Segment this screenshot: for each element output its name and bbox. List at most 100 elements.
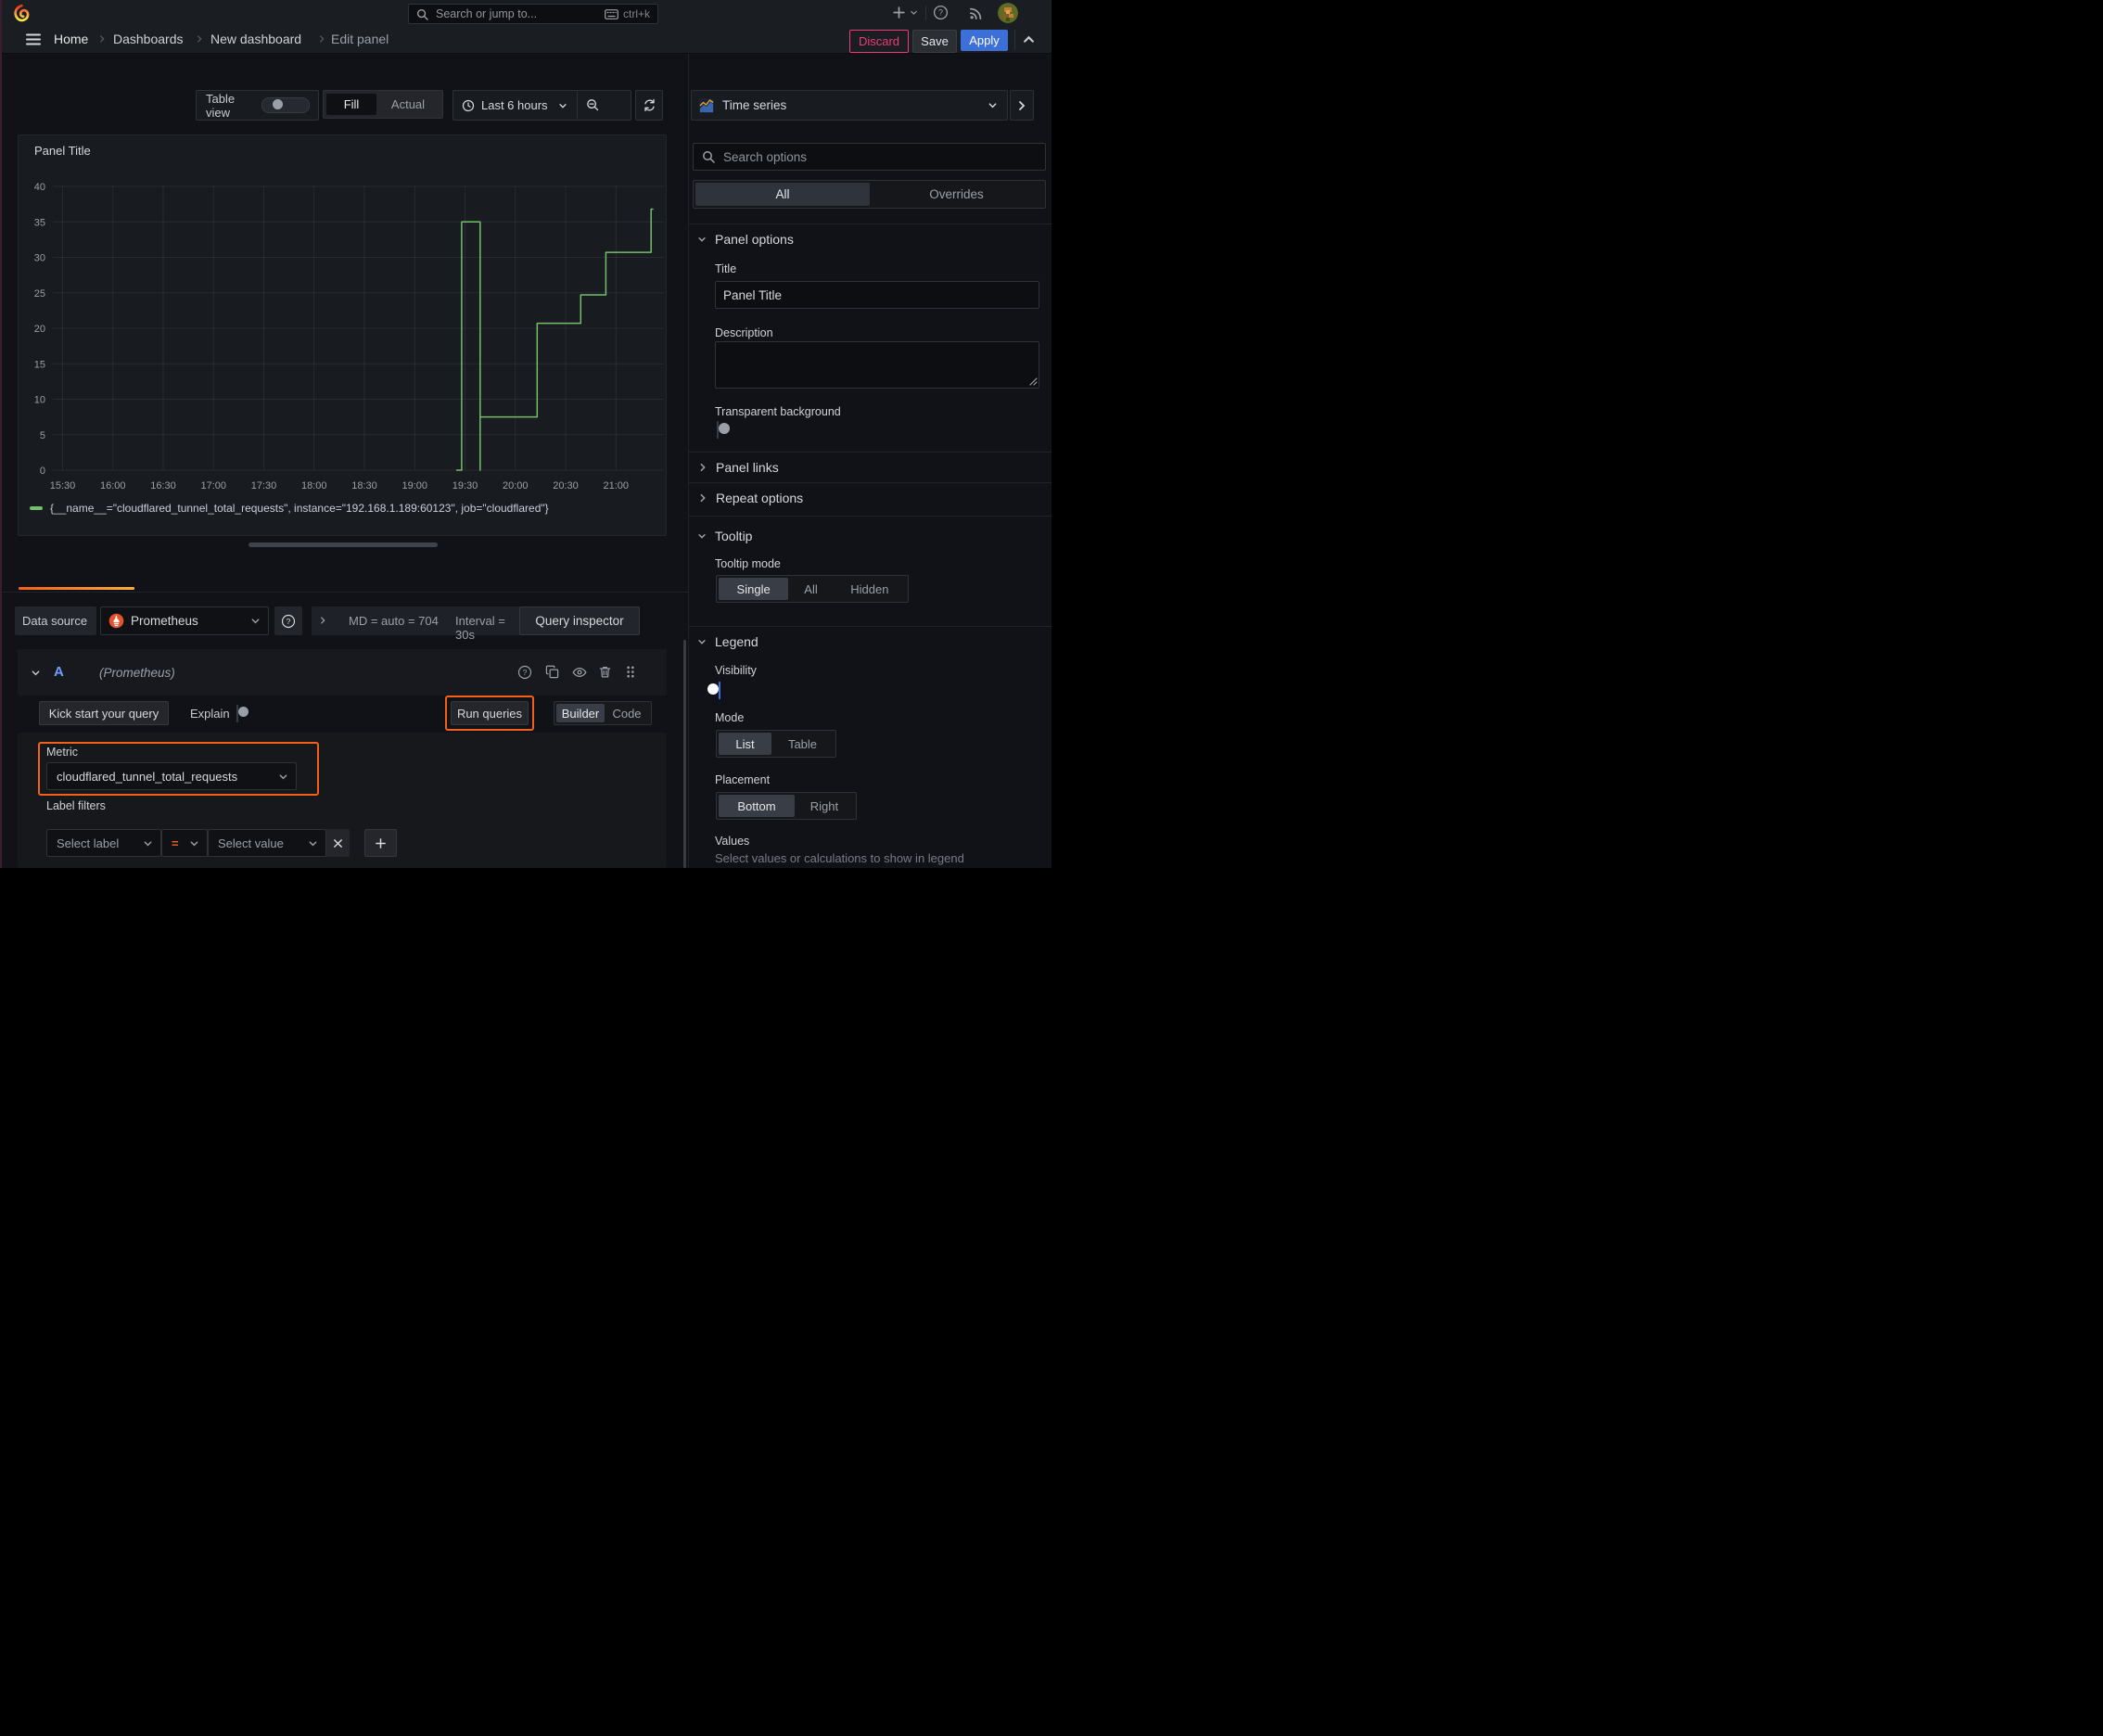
chart-panel[interactable]: Panel Title 0 5 10 15 20 25 30 35 40 15:30 16:00 16… xyxy=(18,134,667,536)
legend-series-label[interactable]: {__name__="cloudflared_tunnel_total_requ… xyxy=(50,502,549,515)
tooltip-all-option[interactable]: All xyxy=(788,578,834,600)
tooltip-mode-label: Tooltip mode xyxy=(715,557,781,570)
actual-option[interactable]: Actual xyxy=(376,94,440,115)
datasource-picker[interactable]: Prometheus xyxy=(100,606,269,635)
options-all-tab[interactable]: All xyxy=(695,183,870,206)
svg-text:?: ? xyxy=(287,616,291,625)
metric-select[interactable]: cloudflared_tunnel_total_requests xyxy=(46,762,297,790)
chevron-down-icon xyxy=(143,838,153,849)
options-search-input[interactable] xyxy=(721,148,1045,165)
visibility-label: Visibility xyxy=(715,664,757,677)
menu-toggle-button[interactable] xyxy=(26,33,41,45)
description-textarea[interactable] xyxy=(715,341,1039,389)
zoom-out-button[interactable] xyxy=(578,98,608,112)
apply-button[interactable]: Apply xyxy=(961,30,1008,51)
query-row-datasource: (Prometheus) xyxy=(99,666,175,680)
repeat-options-title: Repeat options xyxy=(716,491,804,505)
search-shortcut: ctrl+k xyxy=(605,7,650,20)
svg-text:35: 35 xyxy=(34,217,45,228)
chart-legend[interactable]: {__name__="cloudflared_tunnel_total_requ… xyxy=(30,502,549,515)
chevron-down-icon xyxy=(250,616,261,626)
table-view-switch[interactable] xyxy=(261,97,310,113)
kick-start-query-button[interactable]: Kick start your query xyxy=(39,701,169,725)
news-rss-button[interactable] xyxy=(969,6,984,20)
transparent-background-switch[interactable] xyxy=(717,421,730,439)
operator-dropdown[interactable]: = xyxy=(161,829,208,857)
legend-swatch xyxy=(30,506,43,510)
new-menu-button[interactable] xyxy=(892,6,918,19)
tooltip-section-header[interactable]: Tooltip xyxy=(697,529,752,543)
discard-button[interactable]: Discard xyxy=(849,30,909,53)
placement-bottom-option[interactable]: Bottom xyxy=(719,795,795,817)
legend-mode-list-option[interactable]: List xyxy=(719,733,771,755)
drag-handle-icon[interactable] xyxy=(624,665,637,679)
add-filter-button[interactable] xyxy=(364,829,397,857)
search-input[interactable] xyxy=(434,6,605,21)
query-ref-id[interactable]: A xyxy=(54,664,64,680)
code-option[interactable]: Code xyxy=(605,704,649,722)
datasource-label-text: Data source xyxy=(22,614,88,628)
visualization-picker[interactable]: Time series xyxy=(691,90,1008,121)
tooltip-single-option[interactable]: Single xyxy=(719,578,789,600)
run-queries-button[interactable]: Run queries xyxy=(451,701,529,725)
refresh-icon xyxy=(644,98,655,112)
global-search[interactable]: ctrl+k xyxy=(408,4,658,24)
query-help-button[interactable]: ? xyxy=(517,665,532,680)
duplicate-query-button[interactable] xyxy=(545,665,559,679)
remove-filter-button[interactable] xyxy=(326,829,350,857)
query-row-header[interactable]: A (Prometheus) ? xyxy=(18,649,667,696)
select-value-dropdown[interactable]: Select value xyxy=(208,829,326,857)
svg-text:?: ? xyxy=(938,8,943,18)
label-filters-label: Label filters xyxy=(46,799,106,812)
legend-section-header[interactable]: Legend xyxy=(697,634,758,649)
legend-title: Legend xyxy=(715,634,758,649)
legend-visibility-switch[interactable] xyxy=(707,682,720,699)
explain-label: Explain xyxy=(190,707,230,721)
svg-text:15: 15 xyxy=(34,359,45,370)
grafana-logo-icon[interactable] xyxy=(12,4,31,22)
legend-mode-table-option[interactable]: Table xyxy=(771,733,834,755)
table-view-toggle[interactable]: Table view xyxy=(196,90,319,121)
chevron-down-icon[interactable] xyxy=(31,668,41,678)
scrollbar-thumb[interactable] xyxy=(683,640,686,868)
svg-text:20:30: 20:30 xyxy=(553,480,579,491)
builder-option[interactable]: Builder xyxy=(556,704,605,722)
close-options-pane-button[interactable] xyxy=(1010,90,1034,121)
panel-options-section-header[interactable]: Panel options xyxy=(697,232,794,247)
breadcrumb-new-dashboard[interactable]: New dashboard xyxy=(210,32,301,46)
collapse-controls-button[interactable] xyxy=(1023,33,1035,45)
repeat-options-section-header[interactable]: Repeat options xyxy=(698,491,803,505)
avatar[interactable] xyxy=(998,3,1018,23)
pane-splitter-handle[interactable] xyxy=(249,542,438,547)
breadcrumb-home[interactable]: Home xyxy=(54,32,88,46)
section-divider xyxy=(688,516,1052,517)
legend-mode-radio: List Table xyxy=(716,730,836,758)
query-inspector-button[interactable]: Query inspector xyxy=(519,606,640,635)
toggle-visibility-button[interactable] xyxy=(572,665,587,680)
panel-links-section-header[interactable]: Panel links xyxy=(698,460,779,475)
datasource-help-button[interactable]: ? xyxy=(274,606,302,635)
options-overrides-tab[interactable]: Overrides xyxy=(870,183,1043,206)
refresh-button[interactable] xyxy=(635,90,663,121)
datasource-field-label: Data source xyxy=(15,606,96,635)
resize-handle-icon[interactable] xyxy=(1029,377,1038,386)
time-range-picker[interactable]: Last 6 hours xyxy=(452,90,631,121)
search-shortcut-label: ctrl+k xyxy=(622,7,650,20)
options-search[interactable] xyxy=(693,143,1046,171)
explain-switch[interactable] xyxy=(236,705,249,722)
tooltip-hidden-option[interactable]: Hidden xyxy=(834,578,906,600)
select-label-placeholder: Select label xyxy=(57,836,120,850)
query-options-summary[interactable]: MD = auto = 704 Interval = 30s xyxy=(312,606,521,642)
placement-right-option[interactable]: Right xyxy=(795,795,854,817)
fill-option[interactable]: Fill xyxy=(326,94,376,115)
chevron-down-icon xyxy=(558,101,567,110)
breadcrumb-dashboards[interactable]: Dashboards xyxy=(113,32,184,46)
select-label-dropdown[interactable]: Select label xyxy=(46,829,161,857)
breadcrumb-divider xyxy=(1014,30,1015,50)
delete-query-button[interactable] xyxy=(598,665,612,679)
save-button[interactable]: Save xyxy=(912,30,957,53)
help-button[interactable]: ? xyxy=(933,5,949,20)
sidebar-divider xyxy=(688,53,689,868)
chevron-down-icon xyxy=(697,235,707,244)
panel-title-input[interactable] xyxy=(715,281,1039,309)
